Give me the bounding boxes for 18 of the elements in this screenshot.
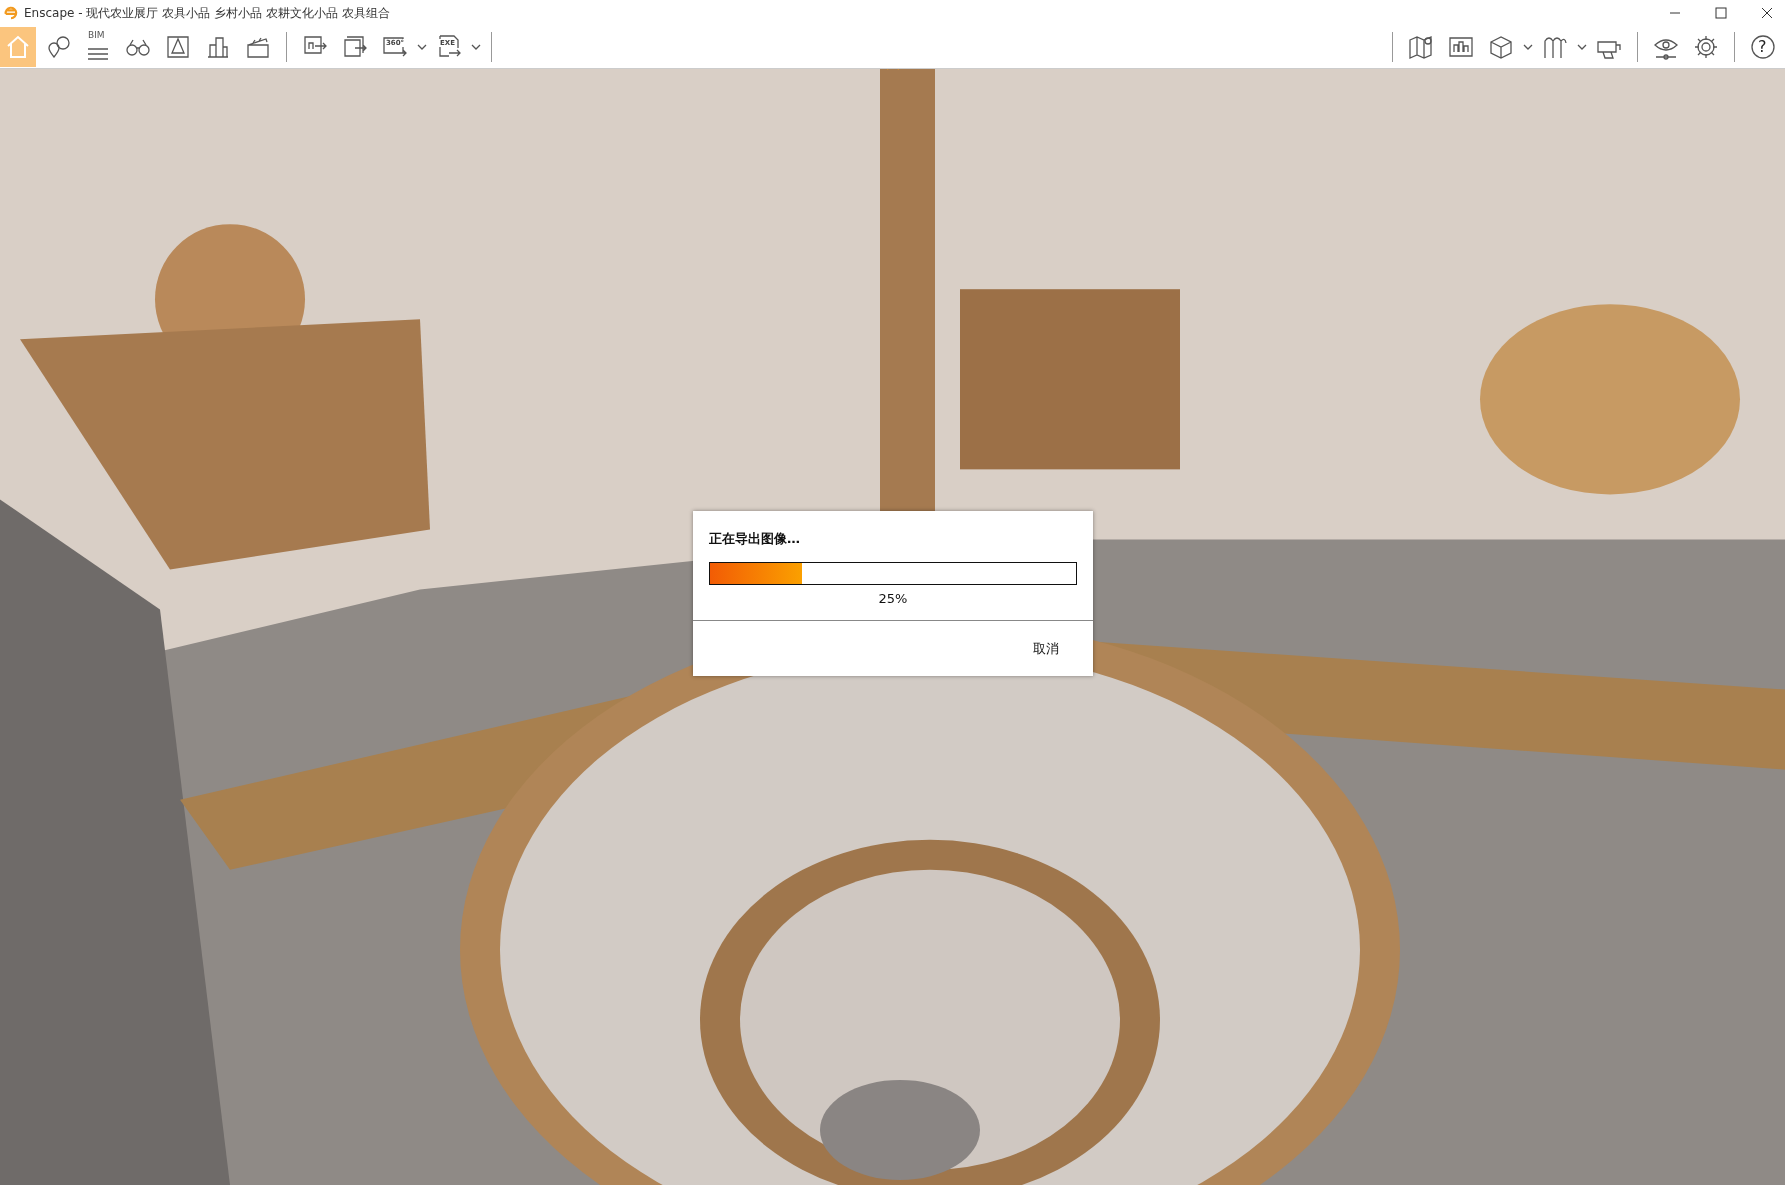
dialog-title: 正在导出图像… (709, 530, 801, 548)
progress-percent: 25% (877, 591, 909, 606)
app-logo-icon (4, 6, 18, 20)
window-title: Enscape - 现代农业展厅 农具小品 乡村小品 农耕文化小品 农具组合 (24, 4, 390, 22)
help-icon (1749, 33, 1777, 61)
map-pin-icon (1407, 33, 1435, 61)
close-icon[interactable] (1761, 7, 1773, 19)
toolbar-button[interactable]: BIM (80, 27, 116, 67)
caret-icon[interactable] (1523, 44, 1533, 50)
caret-icon[interactable] (1577, 44, 1587, 50)
perspective-icon (164, 33, 192, 61)
settings-icon (1692, 33, 1720, 61)
list-icon (87, 48, 109, 60)
caret-icon[interactable] (417, 44, 427, 50)
caret-icon[interactable] (471, 44, 481, 50)
maximize-icon[interactable] (1715, 7, 1727, 19)
cancel-button[interactable]: 取消 (1029, 637, 1063, 660)
toolbar-button[interactable]: ? (1745, 27, 1781, 67)
